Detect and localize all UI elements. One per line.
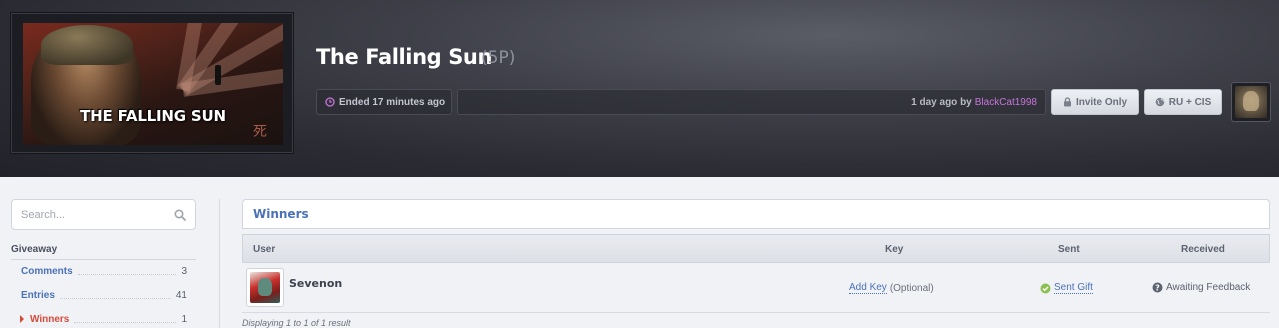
sent-gift-toggle[interactable]: Sent Gift <box>1054 282 1093 294</box>
check-circle-icon <box>1040 283 1051 294</box>
question-circle-icon: ? <box>1152 282 1163 293</box>
region-badge: RU + CIS <box>1144 89 1222 115</box>
active-arrow-icon <box>20 315 24 323</box>
received-cell: ? Awaiting Feedback <box>1152 282 1250 293</box>
winners-heading-text: Winners <box>253 207 309 221</box>
sidebar-heading: Giveaway <box>11 244 196 260</box>
lock-icon <box>1063 97 1072 107</box>
winner-username[interactable]: Sevenon <box>289 277 342 290</box>
game-points: (5P) <box>481 48 516 68</box>
game-cover-image[interactable]: THE FALLING SUN 死 <box>23 23 283 145</box>
sidebar-item-count: 3 <box>181 265 187 277</box>
sent-cell: Sent Gift <box>1040 282 1093 294</box>
key-cell: Add Key (Optional) <box>849 282 934 294</box>
sidebar-item-comments[interactable]: Comments 3 <box>11 263 187 279</box>
column-user: User <box>253 244 276 255</box>
created-info: 1 day ago by BlackCat1998 <box>457 89 1046 115</box>
search-box <box>11 199 196 230</box>
game-cover-frame[interactable]: THE FALLING SUN 死 <box>10 12 294 154</box>
column-received: Received <box>1181 244 1225 255</box>
add-key-link[interactable]: Add Key <box>849 282 887 294</box>
search-input[interactable] <box>21 208 171 221</box>
ended-text: Ended 17 minutes ago <box>339 96 446 108</box>
pagination-summary: Displaying 1 to 1 of 1 result <box>242 318 351 328</box>
invite-only-badge: Invite Only <box>1051 89 1139 115</box>
sidebar-item-label: Entries <box>21 289 55 301</box>
sidebar-item-entries[interactable]: Entries 41 <box>11 287 187 303</box>
search-icon[interactable] <box>174 208 186 221</box>
globe-icon <box>1155 97 1165 107</box>
sidebar-item-winners[interactable]: Winners 1 <box>11 311 187 327</box>
invite-only-text: Invite Only <box>1075 96 1128 108</box>
column-sent: Sent <box>1058 244 1080 255</box>
region-text: RU + CIS <box>1168 96 1212 108</box>
ended-badge: Ended 17 minutes ago <box>316 89 452 115</box>
table-row: Sevenon Add Key (Optional) Sent Gift ? A… <box>242 263 1270 313</box>
winners-table-header: User Key Sent Received <box>242 234 1270 263</box>
svg-text:?: ? <box>1155 283 1160 292</box>
giveaway-header: THE FALLING SUN 死 The Falling Sun (5P) E… <box>0 0 1279 177</box>
column-key: Key <box>885 244 904 255</box>
sidebar-item-count: 1 <box>181 313 187 325</box>
created-time: 1 day ago by <box>911 96 972 108</box>
creator-avatar[interactable] <box>1231 82 1271 122</box>
cover-kanji: 死 <box>253 123 267 139</box>
winner-avatar-image <box>250 272 280 303</box>
clock-icon <box>325 97 335 107</box>
creator-link[interactable]: BlackCat1998 <box>975 97 1037 108</box>
creator-avatar-image <box>1235 86 1267 118</box>
received-status: Awaiting Feedback <box>1166 282 1251 293</box>
sidebar-item-count: 41 <box>175 289 187 301</box>
cover-title-text: THE FALLING SUN <box>80 107 226 125</box>
sidebar-item-label: Comments <box>21 265 73 277</box>
key-optional-note: (Optional) <box>889 282 934 294</box>
sidebar-divider <box>219 199 220 328</box>
winner-avatar[interactable] <box>246 268 284 307</box>
winners-heading: Winners <box>242 199 1270 229</box>
game-title[interactable]: The Falling Sun <box>316 45 492 69</box>
